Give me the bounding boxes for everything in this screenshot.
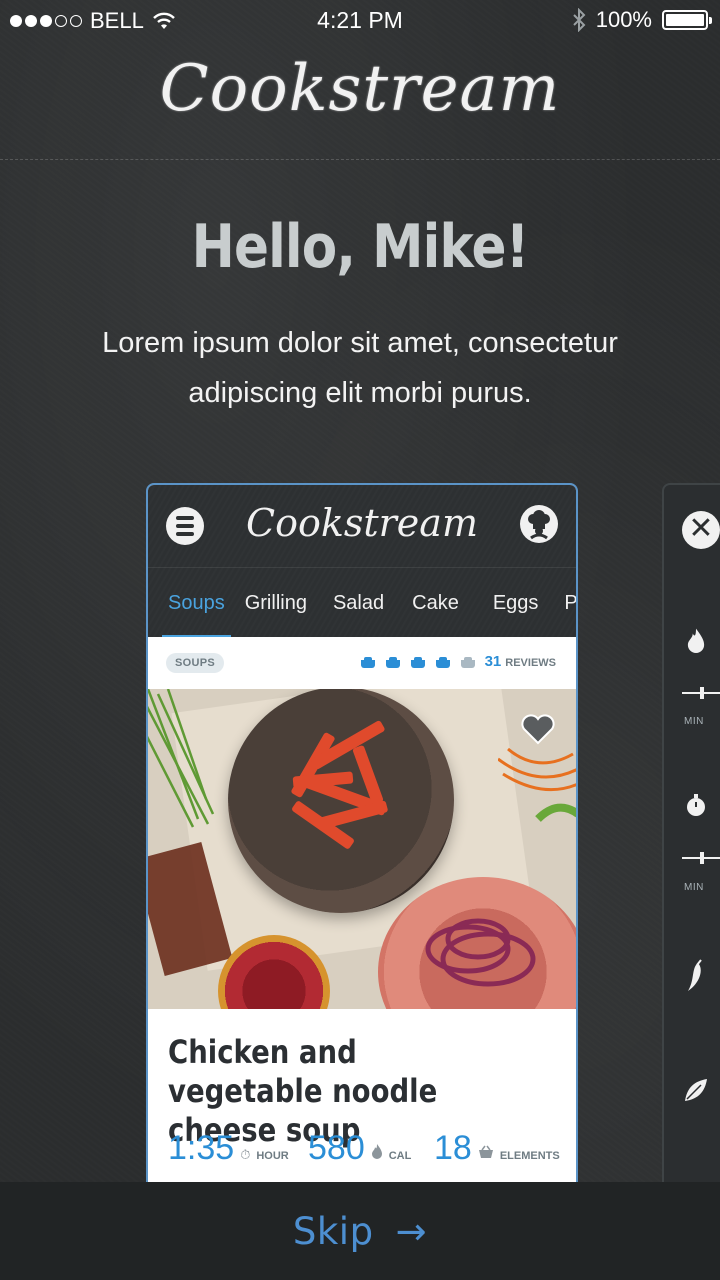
chili-pepper-icon	[688, 959, 702, 991]
app-logo: Cookstream	[159, 52, 561, 126]
bluetooth-icon	[573, 8, 586, 32]
stat-calories-unit: CAL	[388, 1150, 412, 1162]
pot-icon	[360, 657, 376, 668]
basket-icon	[478, 1145, 493, 1158]
stat-calories-value: 580	[308, 1129, 365, 1167]
stat-elements-unit: ELEMENTS	[499, 1150, 560, 1162]
reviews-link[interactable]: 31 REVIEWS	[485, 653, 556, 670]
stat-time-value: 1:35	[168, 1129, 235, 1167]
tab-salad[interactable]: Salad	[307, 568, 384, 637]
arrow-right-icon: →	[395, 1210, 428, 1253]
battery-icon	[662, 10, 712, 30]
flame-icon	[687, 628, 705, 653]
skip-button[interactable]: Skip →	[0, 1210, 720, 1253]
reviews-count: 31	[484, 653, 502, 670]
calories-slider[interactable]	[682, 852, 720, 864]
category-badge[interactable]: SOUPS	[166, 653, 225, 673]
recipe-meta: SOUPS 31 REVIEWS	[148, 637, 576, 689]
skip-bar: Skip →	[0, 1182, 720, 1280]
status-bar: BELL 4:21 PM 100%	[0, 0, 720, 40]
reviews-label: REVIEWS	[505, 657, 556, 669]
rating-pots	[360, 657, 476, 668]
greeting-title: Hello, Mike!	[191, 212, 530, 282]
favorite-heart-icon[interactable]	[520, 713, 556, 745]
stat-elements: 18 ELEMENTS	[434, 1129, 560, 1168]
tab-eggs[interactable]: Eggs	[459, 568, 539, 637]
battery-percent: 100%	[595, 7, 652, 32]
tab-pies[interactable]: Pi	[538, 568, 576, 637]
card-logo: Cookstream	[246, 501, 478, 545]
timer-icon: ⏱	[240, 1147, 251, 1162]
min-label: MIN	[684, 882, 704, 893]
stat-time: 1:35 ⏱ HOUR	[168, 1129, 289, 1168]
chef-profile-icon[interactable]	[520, 505, 558, 543]
tab-grilling[interactable]: Grilling	[225, 568, 307, 637]
stopwatch-icon	[687, 794, 705, 816]
greeting-text: Lorem ipsum dolor sit amet, consectetur …	[102, 327, 618, 409]
pot-icon	[460, 657, 476, 668]
filter-card-preview[interactable]: ✕ MIN MIN	[662, 483, 720, 1223]
leaf-icon	[685, 1079, 707, 1101]
recipe-stats: 1:35 ⏱ HOUR 580 CAL 18 ELEMENTS	[168, 1129, 568, 1179]
stat-time-unit: HOUR	[256, 1150, 289, 1162]
recipe-card-preview[interactable]: Cookstream Soups Grilling Salad Cake Egg…	[146, 483, 578, 1223]
pot-icon	[385, 657, 401, 668]
status-right: 100%	[572, 7, 712, 33]
stat-elements-value: 18	[434, 1129, 472, 1167]
min-label: MIN	[684, 716, 704, 727]
time-slider[interactable]	[682, 687, 720, 699]
tab-cake[interactable]: Cake	[384, 568, 459, 637]
header-divider	[0, 159, 720, 160]
pot-icon	[410, 657, 426, 668]
pot-icon	[435, 657, 451, 668]
card-header: Cookstream Soups Grilling Salad Cake Egg…	[148, 485, 576, 637]
tab-soups[interactable]: Soups	[148, 568, 231, 637]
close-icon[interactable]: ✕	[682, 511, 720, 549]
skip-label: Skip	[292, 1210, 374, 1253]
recipe-photo[interactable]	[148, 689, 576, 1009]
flame-icon	[371, 1144, 382, 1159]
stat-calories: 580 CAL	[308, 1129, 411, 1168]
category-tabs: Soups Grilling Salad Cake Eggs Pi	[148, 567, 576, 637]
